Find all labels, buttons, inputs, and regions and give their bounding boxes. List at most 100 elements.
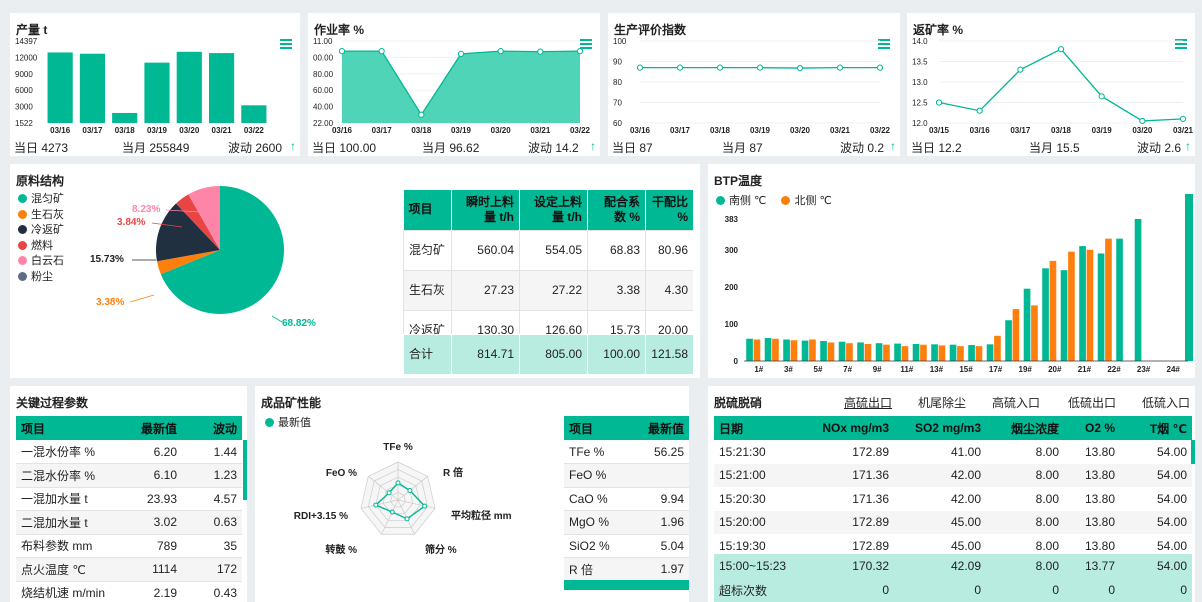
x-tick-label: 03/17 — [372, 126, 393, 135]
north-bar — [790, 340, 798, 361]
table-row[interactable]: 混匀矿 560.04 554.05 68.83 80.96 — [403, 229, 693, 271]
x-tick-label: 03/18 — [710, 126, 731, 135]
north-bar — [1031, 305, 1038, 361]
desulf-table: 日期 NOx mg/m3 SO2 mg/m3 烟尘浓度 O2 % T烟 ℃ 15:21:3… — [714, 416, 1192, 558]
table-cell: 100.00 — [587, 334, 646, 374]
table-cell: 生石灰 — [403, 269, 452, 311]
tab-3[interactable]: 低硫出口 — [1068, 394, 1116, 411]
table-cell: 13.77 — [1084, 559, 1115, 573]
south-bar — [1134, 219, 1142, 361]
tab-0[interactable]: 高硫出口 — [844, 394, 892, 411]
x-tick-label: 03/22 — [244, 126, 265, 135]
table-cell: 13.80 — [1084, 515, 1115, 530]
table-cell: 54.00 — [1156, 559, 1187, 573]
raw-table: 项目 瞬时上料量 t/h 设定上料量 t/h 配合系数 % 干配比 % 混匀矿 560.0… — [403, 190, 693, 351]
pie-label-line — [271, 315, 283, 323]
radar-point — [422, 503, 428, 509]
y-tick-label: 11.00 — [313, 37, 333, 46]
south-bar — [968, 345, 975, 361]
scrollbar[interactable] — [1191, 440, 1195, 464]
table-row[interactable]: 点火温度 ℃ 1114 172 — [16, 557, 242, 582]
table-cell: 54.00 — [1156, 491, 1187, 506]
data-point — [1098, 93, 1105, 100]
x-tick-label: 03/16 — [970, 126, 991, 135]
table-row[interactable]: 15:21:30 172.89 41.00 8.00 13.80 54.00 — [714, 440, 1192, 464]
radar-axis-label: FeO % — [326, 468, 357, 479]
table-cell: 15:20:00 — [719, 515, 766, 530]
tab-4[interactable]: 低硫入口 — [1142, 394, 1190, 411]
day-value: 当日 4273 — [14, 141, 69, 155]
north-bar — [938, 345, 946, 361]
table-row[interactable]: 生石灰 27.23 27.22 3.38 4.30 — [403, 269, 693, 311]
table-row[interactable]: TFe % 56.25 — [564, 440, 689, 464]
btp-bar-chart: 383 300 200 100 0 1# 3# 5# 7# 9# 11# 13# 15# 17# 19# 20… — [725, 194, 1193, 374]
x-tick-label: 03/19 — [1092, 126, 1113, 135]
table-row[interactable]: R 倍 1.97 — [564, 557, 689, 582]
desulf-tabs: 高硫出口 机尾除尘 高硫入口 低硫出口 低硫入口 — [708, 394, 1195, 410]
output-bar — [241, 105, 267, 123]
table-row[interactable]: CaO % 9.94 — [564, 487, 689, 511]
table-cell: 13.80 — [1084, 468, 1115, 483]
data-point — [1017, 66, 1024, 73]
table-cell: 混匀矿 — [403, 229, 452, 271]
south-bar — [764, 338, 772, 361]
table-row[interactable]: FeO % — [564, 463, 689, 488]
south-bar — [801, 340, 809, 361]
scrollbar[interactable] — [564, 580, 689, 590]
product-table: 项目 最新值 TFe % 56.25 FeO % CaO % 9.94 MgO % 1.96 S… — [564, 416, 689, 582]
tab-1[interactable]: 机尾除尘 — [918, 394, 966, 411]
y-tick-label: 6000 — [15, 86, 33, 95]
north-bar — [809, 339, 816, 361]
y-tick-label: 12.5 — [912, 99, 928, 108]
x-tick-label: 23# — [1137, 365, 1151, 374]
column-header: O2 % — [1064, 416, 1120, 440]
south-bar — [894, 343, 901, 361]
column-header: 干配比 % — [645, 190, 693, 230]
x-tick-label: 1# — [754, 365, 763, 374]
y-tick-label: 0 — [734, 357, 739, 366]
table-cell — [629, 463, 689, 488]
x-tick-label: 03/18 — [115, 126, 136, 135]
table-row[interactable]: 一混水份率 % 6.20 1.44 — [16, 440, 242, 464]
footer-stats: 当日 100.00 当月 96.62 波动 14.2 ↑ — [312, 139, 596, 155]
table-row[interactable]: 烧结机速 m/min 2.19 0.43 — [16, 581, 242, 602]
table-cell: 0.63 — [182, 510, 242, 535]
column-header: NOx mg/m3 — [790, 416, 894, 440]
table-row[interactable]: 二混水份率 % 6.10 1.23 — [16, 463, 242, 488]
radar-axis-label: RDI+3.15 % — [294, 511, 348, 522]
panel-output: 产量 t 14397 12000 9000 6000 3000 1522 03/16 03/1… — [10, 13, 300, 156]
data-point — [378, 48, 385, 55]
x-tick-label: 22# — [1107, 365, 1121, 374]
panel-return-rate: 返矿率 % 14.0 13.5 13.0 12.5 12.0 03/15 03/16 03/1… — [907, 13, 1195, 156]
scrollbar[interactable] — [243, 440, 247, 500]
column-header: 项目 — [16, 416, 126, 440]
wave-value: 波动 14.2 — [528, 141, 579, 155]
panel-desulfurization: 脱硫脱硝 高硫出口 机尾除尘 高硫入口 低硫出口 低硫入口 日期 NOx mg/m3 SO2… — [708, 386, 1195, 602]
table-row[interactable]: 15:20:30 171.36 42.00 8.00 13.80 54.00 — [714, 487, 1192, 511]
y-tick-label: 90 — [613, 58, 622, 67]
table-row[interactable]: MgO % 1.96 — [564, 510, 689, 535]
raw-pie-chart: 68.82% 3.38% 15.73% 3.84% 8.23% — [90, 186, 316, 329]
data-point — [796, 64, 804, 72]
y-tick-label: 12.0 — [912, 119, 928, 128]
table-row[interactable]: SiO2 % 5.04 — [564, 534, 689, 558]
data-point — [1139, 117, 1146, 125]
south-bar — [1097, 253, 1105, 361]
table-row[interactable]: 二混加水量 t 3.02 0.63 — [16, 510, 242, 535]
south-bar — [949, 344, 957, 361]
table-cell: 68.83 — [587, 229, 646, 271]
table-row[interactable]: 15:20:00 172.89 45.00 8.00 13.80 54.00 — [714, 510, 1192, 534]
month-value: 当月 96.62 — [422, 141, 480, 155]
table-cell: 121.58 — [645, 334, 693, 374]
table-row[interactable]: 布料参数 mm 789 35 — [16, 534, 242, 558]
table-cell: FeO % — [564, 463, 629, 488]
area-fill — [342, 51, 580, 123]
table-cell: 54.00 — [1156, 515, 1187, 530]
x-tick-label: 03/19 — [750, 126, 771, 135]
series-line — [938, 48, 1184, 122]
pie-label: 3.84% — [117, 217, 145, 228]
data-point — [1057, 46, 1065, 53]
tab-2[interactable]: 高硫入口 — [992, 394, 1040, 411]
table-row[interactable]: 15:21:00 171.36 42.00 8.00 13.80 54.00 — [714, 463, 1192, 487]
table-row[interactable]: 一混加水量 t 23.93 4.57 — [16, 487, 242, 511]
